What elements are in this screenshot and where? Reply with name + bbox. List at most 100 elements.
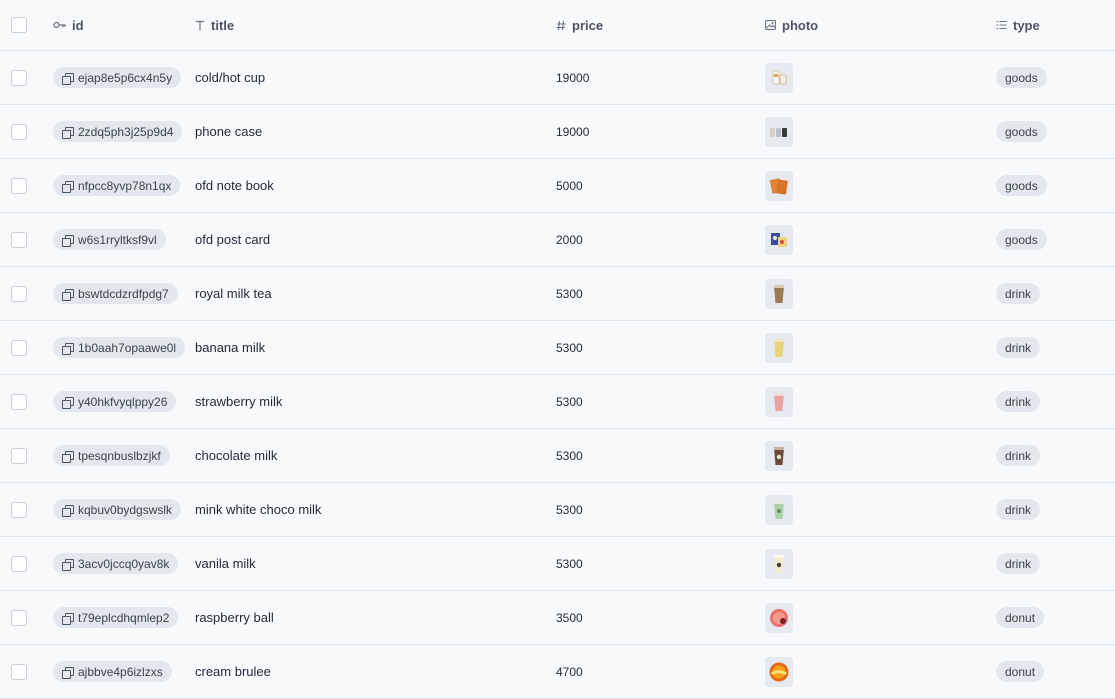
record-id-pill[interactable]: t79eplcdhqmlep2 (53, 607, 179, 628)
copy-icon[interactable] (62, 126, 74, 139)
row-price-cell[interactable]: 19000 (556, 51, 589, 104)
copy-icon[interactable] (62, 288, 74, 301)
record-id-pill[interactable]: bswtdcdzrdfpdg7 (53, 283, 178, 304)
row-title-cell[interactable]: mink white choco milk (195, 483, 321, 536)
record-id-pill[interactable]: kqbuv0bydgswslk (53, 499, 182, 520)
row-type-cell[interactable]: drink (996, 375, 1041, 428)
row-checkbox[interactable] (11, 393, 27, 410)
row-price-cell[interactable]: 4700 (556, 645, 583, 698)
row-type-cell[interactable]: drink (996, 537, 1041, 590)
header-photo[interactable]: photo (765, 0, 818, 50)
milk-tea-photo-icon[interactable] (765, 278, 793, 309)
row-type-cell[interactable]: goods (996, 105, 1047, 158)
table-row[interactable]: y40hkfvyqlppy26 strawberry milk 5300 dri… (0, 375, 1115, 429)
copy-icon[interactable] (62, 450, 74, 463)
row-title-cell[interactable]: raspberry ball (195, 591, 274, 644)
row-checkbox[interactable] (11, 177, 27, 194)
row-title-cell[interactable]: royal milk tea (195, 267, 272, 320)
row-title-cell[interactable]: banana milk (195, 321, 265, 374)
row-checkbox[interactable] (11, 123, 27, 140)
header-price[interactable]: price (556, 0, 603, 50)
copy-icon[interactable] (62, 666, 74, 679)
row-title-cell[interactable]: chocolate milk (195, 429, 277, 482)
copy-icon[interactable] (62, 504, 74, 517)
record-id-pill[interactable]: tpesqnbuslbzjkf (53, 445, 170, 466)
row-checkbox[interactable] (11, 285, 27, 302)
table-row[interactable]: kqbuv0bydgswslk mink white choco milk 53… (0, 483, 1115, 537)
row-title-cell[interactable]: vanila milk (195, 537, 256, 590)
row-price-cell[interactable]: 5300 (556, 429, 583, 482)
record-id-pill[interactable]: w6s1rryltksf9vl (53, 229, 166, 250)
header-type[interactable]: type (996, 0, 1040, 50)
row-checkbox[interactable] (11, 663, 27, 680)
record-id-pill[interactable]: 3acv0jccq0yav8k (53, 553, 179, 574)
table-row[interactable]: nfpcc8yvp78n1qx ofd note book 5000 goods (0, 159, 1115, 213)
row-price-cell[interactable]: 3500 (556, 591, 583, 644)
row-price-cell[interactable]: 2000 (556, 213, 583, 266)
row-price-cell[interactable]: 19000 (556, 105, 589, 158)
row-checkbox[interactable] (11, 69, 27, 86)
copy-icon[interactable] (62, 612, 74, 625)
row-title-cell[interactable]: ofd post card (195, 213, 270, 266)
row-type-cell[interactable]: drink (996, 483, 1041, 536)
copy-icon[interactable] (62, 558, 74, 571)
record-id-pill[interactable]: ajbbve4p6izlzxs (53, 661, 172, 682)
table-row[interactable]: 2zdq5ph3j25p9d4 phone case 19000 goods (0, 105, 1115, 159)
row-price-cell[interactable]: 5300 (556, 267, 583, 320)
copy-icon[interactable] (62, 342, 74, 355)
table-row[interactable]: 3acv0jccq0yav8k vanila milk 5300 drink (0, 537, 1115, 591)
row-type-cell[interactable]: donut (996, 591, 1045, 644)
row-title-cell[interactable]: phone case (195, 105, 262, 158)
row-type-cell[interactable]: goods (996, 159, 1047, 212)
row-type-cell[interactable]: donut (996, 645, 1045, 698)
row-price-cell[interactable]: 5300 (556, 321, 583, 374)
copy-icon[interactable] (62, 396, 74, 409)
row-type-cell[interactable]: drink (996, 429, 1041, 482)
row-type-cell[interactable]: goods (996, 213, 1047, 266)
vanilla-milk-photo-icon[interactable] (765, 548, 793, 579)
table-row[interactable]: w6s1rryltksf9vl ofd post card 2000 goods (0, 213, 1115, 267)
record-id-pill[interactable]: 1b0aah7opaawe0l (53, 337, 186, 358)
row-checkbox[interactable] (11, 447, 27, 464)
strawberry-milk-photo-icon[interactable] (765, 386, 793, 417)
row-type-cell[interactable]: drink (996, 321, 1041, 374)
chocolate-milk-photo-icon[interactable] (765, 440, 793, 471)
row-price-cell[interactable]: 5000 (556, 159, 583, 212)
row-title-cell[interactable]: cream brulee (195, 645, 271, 698)
postcard-photo-icon[interactable] (765, 224, 793, 255)
row-checkbox[interactable] (11, 555, 27, 572)
row-title-cell[interactable]: ofd note book (195, 159, 274, 212)
row-checkbox[interactable] (11, 231, 27, 248)
banana-milk-photo-icon[interactable] (765, 332, 793, 363)
record-id-pill[interactable]: ejap8e5p6cx4n5y (53, 67, 182, 88)
cup-photo-icon[interactable] (765, 62, 793, 93)
row-checkbox[interactable] (11, 501, 27, 518)
header-id[interactable]: id (53, 0, 84, 50)
row-price-cell[interactable]: 5300 (556, 375, 583, 428)
row-price-cell[interactable]: 5300 (556, 483, 583, 536)
table-row[interactable]: ajbbve4p6izlzxs cream brulee 4700 donut (0, 645, 1115, 699)
raspberry-donut-photo-icon[interactable] (765, 602, 793, 633)
header-title[interactable]: title (195, 0, 234, 50)
phone-case-photo-icon[interactable] (765, 116, 793, 147)
record-id-pill[interactable]: y40hkfvyqlppy26 (53, 391, 177, 412)
record-id-pill[interactable]: nfpcc8yvp78n1qx (53, 175, 181, 196)
table-row[interactable]: bswtdcdzrdfpdg7 royal milk tea 5300 drin… (0, 267, 1115, 321)
copy-icon[interactable] (62, 180, 74, 193)
table-row[interactable]: 1b0aah7opaawe0l banana milk 5300 drink (0, 321, 1115, 375)
copy-icon[interactable] (62, 234, 74, 247)
row-type-cell[interactable]: drink (996, 267, 1041, 320)
row-type-cell[interactable]: goods (996, 51, 1047, 104)
mint-choco-milk-photo-icon[interactable] (765, 494, 793, 525)
select-all-checkbox[interactable] (11, 17, 27, 33)
table-row[interactable]: tpesqnbuslbzjkf chocolate milk 5300 drin… (0, 429, 1115, 483)
table-row[interactable]: ejap8e5p6cx4n5y cold/hot cup 19000 goods (0, 51, 1115, 105)
row-checkbox[interactable] (11, 609, 27, 626)
row-title-cell[interactable]: strawberry milk (195, 375, 282, 428)
row-title-cell[interactable]: cold/hot cup (195, 51, 265, 104)
row-checkbox[interactable] (11, 339, 27, 356)
cream-donut-photo-icon[interactable] (765, 656, 793, 687)
copy-icon[interactable] (62, 72, 74, 85)
row-price-cell[interactable]: 5300 (556, 537, 583, 590)
notebook-photo-icon[interactable] (765, 170, 793, 201)
